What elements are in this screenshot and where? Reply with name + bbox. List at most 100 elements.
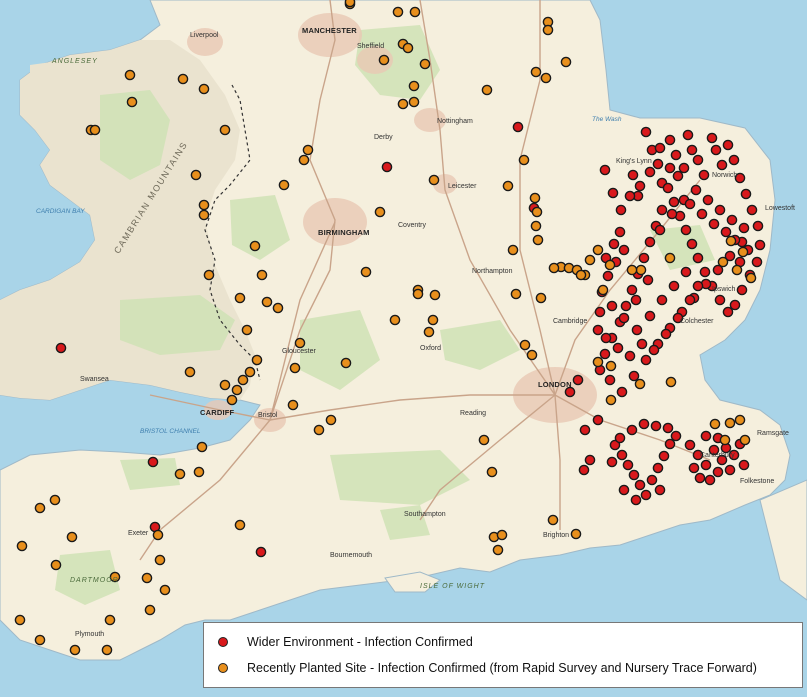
label-isle-of-wight: ISLE OF WIGHT [420,583,485,590]
recently-planted-site-marker [234,519,246,531]
wider-environment-site-marker [684,198,696,210]
label-northampton: Northampton [472,268,513,275]
recently-planted-site-marker [592,244,604,256]
recently-planted-site-marker [626,264,638,276]
wider-environment-site-marker [720,226,732,238]
wider-environment-site-marker [381,161,393,173]
recently-planted-site-marker [124,69,136,81]
recently-planted-site-marker [664,252,676,264]
wider-environment-site-marker [680,266,692,278]
recently-planted-site-marker [428,174,440,186]
wider-environment-site-marker [584,454,596,466]
wider-environment-site-marker [255,546,267,558]
label-derby: Derby [374,134,393,141]
wider-environment-site-marker [700,459,712,471]
recently-planted-site-marker [203,269,215,281]
wider-environment-site-marker [654,142,666,154]
recently-planted-site-marker [196,441,208,453]
recently-planted-site-marker [313,424,325,436]
label-coventry: Coventry [398,222,427,229]
wider-environment-site-marker [624,350,636,362]
label-kings-lynn: King's Lynn [616,158,652,165]
wider-environment-site-marker [644,236,656,248]
wider-environment-site-marker [682,129,694,141]
recently-planted-site-marker [193,466,205,478]
wider-environment-site-marker [738,459,750,471]
recently-planted-site-marker [734,414,746,426]
label-plymouth: Plymouth [75,631,105,638]
recently-planted-site-marker [535,292,547,304]
recently-planted-site-marker [739,434,751,446]
recently-planted-site-marker [261,296,273,308]
recently-planted-site-marker [226,394,238,406]
recently-planted-site-marker [360,266,372,278]
wider-environment-site-marker [622,459,634,471]
recently-planted-site-marker [294,337,306,349]
recently-planted-site-marker [287,399,299,411]
recently-planted-site-marker [325,414,337,426]
label-leicester: Leicester [448,183,477,190]
wider-environment-site-marker [706,132,718,144]
recently-planted-site-marker [237,374,249,386]
recently-planted-site-marker [530,66,542,78]
wider-environment-site-marker [592,324,604,336]
map-container[interactable]: MANCHESTER Liverpool Sheffield Nottingha… [0,0,807,697]
wider-environment-site-marker [692,154,704,166]
wider-environment-site-marker [599,164,611,176]
recently-planted-site-marker [584,254,596,266]
recently-planted-site-marker [531,206,543,218]
wider-environment-site-marker [615,204,627,216]
wider-environment-site-marker [599,348,611,360]
recently-planted-site-marker [532,234,544,246]
label-canterbury: Canterbury [700,452,735,459]
recently-planted-site-marker [725,235,737,247]
label-folkestone: Folkestone [740,478,775,485]
recently-planted-site-marker [519,339,531,351]
wider-environment-site-marker [572,374,584,386]
wider-environment-site-marker [740,188,752,200]
label-manchester: MANCHESTER [302,26,357,35]
recently-planted-site-marker [104,614,116,626]
wider-environment-site-marker [602,270,614,282]
wider-environment-site-marker [700,430,712,442]
recently-planted-site-marker [272,302,284,314]
recently-planted-site-marker [665,376,677,388]
recently-planted-site-marker [101,644,113,656]
recently-planted-site-marker [719,434,731,446]
recently-planted-site-marker [510,288,522,300]
wider-environment-site-marker [714,204,726,216]
recently-planted-site-marker [16,540,28,552]
label-anglesey: ANGLESEY [52,58,98,65]
recently-planted-site-marker [419,58,431,70]
wider-environment-site-marker [55,342,67,354]
recently-planted-site-marker [302,144,314,156]
map-canvas[interactable] [0,0,807,697]
label-liverpool: Liverpool [190,32,219,39]
recently-planted-site-marker [289,362,301,374]
recently-planted-site-marker [605,394,617,406]
wider-environment-site-marker [678,162,690,174]
wider-environment-site-marker [594,306,606,318]
legend-label-planted: Recently Planted Site - Infection Confir… [247,661,757,675]
wider-environment-site-marker [608,238,620,250]
recently-planted-site-marker [241,324,253,336]
wider-environment-site-marker [512,121,524,133]
wider-environment-site-marker [654,484,666,496]
label-bristol-channel: BRISTOL CHANNEL [140,428,201,435]
recently-planted-site-marker [605,360,617,372]
wider-environment-site-marker [752,220,764,232]
wider-environment-site-marker [648,344,660,356]
wider-environment-site-marker [640,354,652,366]
recently-planted-site-marker [408,96,420,108]
wider-environment-site-marker [644,166,656,178]
recently-planted-site-marker [344,0,356,8]
recently-planted-site-marker [604,259,616,271]
recently-planted-site-marker [66,531,78,543]
recently-planted-site-marker [219,124,231,136]
wider-environment-site-marker [628,469,640,481]
wider-environment-site-marker [578,464,590,476]
recently-planted-site-marker [429,289,441,301]
recently-planted-site-marker [198,83,210,95]
wider-environment-site-marker [638,418,650,430]
wider-environment-site-marker [726,214,738,226]
